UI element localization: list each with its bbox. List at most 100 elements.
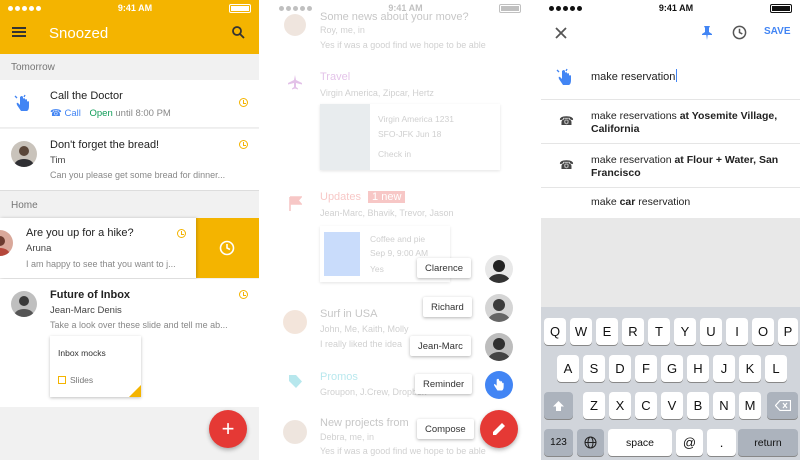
battery-icon [499,3,521,13]
key-c[interactable]: C [635,392,657,419]
speed-dial-clarence-label[interactable]: Clarence [417,258,472,278]
suggestion-item[interactable]: make car reservation [541,189,800,217]
key-y[interactable]: Y [674,318,696,345]
globe-key[interactable] [577,429,604,456]
avatar [283,310,307,334]
suggestion-item[interactable]: ☎ make reservations at Yosemite Village,… [541,101,800,144]
speed-dial-reminder-label[interactable]: Reminder [415,374,473,394]
key-q[interactable]: Q [544,318,566,345]
key-o[interactable]: O [752,318,774,345]
backspace-key[interactable] [767,392,798,419]
call-action[interactable]: ☎ Call Open until 8:00 PM [50,108,171,119]
reminder-button[interactable] [485,371,513,399]
key-a[interactable]: A [557,355,579,382]
reminder-input[interactable]: make reservation [591,69,678,83]
search-icon[interactable] [232,26,245,39]
speed-dial-compose-label[interactable]: Compose [417,419,474,439]
plane-icon [288,75,302,90]
item-snippet: I am happy to see that you want to j... [26,259,176,269]
item-title: Call the Doctor [50,90,123,102]
key-p[interactable]: P [778,318,798,345]
compose-button[interactable] [480,410,518,448]
suggestion-text: make car reservation [591,196,691,208]
slides-corner-icon [129,385,141,397]
key-s[interactable]: S [583,355,605,382]
snooze-clock-icon[interactable] [219,240,235,256]
status-time: 9:41 AM [117,3,153,13]
backspace-icon [774,400,791,411]
key-f[interactable]: F [635,355,657,382]
reminder-input-row: make reservation [541,55,800,100]
bg-bundle-title: Updates 1 new [320,191,406,203]
keyboard: Q W E R T Y U I O P A S D F G H J K L Z … [541,307,800,460]
numbers-key[interactable]: 123 [544,429,573,456]
speed-dial-richard-label[interactable]: Richard [423,297,472,317]
space-key[interactable]: space [608,429,672,456]
avatar[interactable] [485,294,513,322]
pin-icon[interactable] [700,25,714,40]
flag-icon [289,196,302,211]
attachment-card[interactable]: Inbox mocks Slides [50,336,141,397]
signal-icon [549,5,582,11]
open-status: Open [89,108,113,119]
list-item-bread[interactable]: Don't forget the bread! Tim Can you plea… [0,129,259,191]
list-item-future-inbox[interactable]: Future of Inbox Jean-Marc Denis Take a l… [0,279,259,407]
item-sender: Tim [50,155,66,166]
key-m[interactable]: M [739,392,761,419]
dot-key[interactable]: . [707,429,736,456]
avatar[interactable] [485,333,513,361]
avatar [11,291,37,317]
compose-fab-button[interactable]: + [209,410,247,448]
key-n[interactable]: N [713,392,735,419]
close-icon[interactable] [555,27,567,39]
tag-icon [289,375,302,388]
speed-dial-jean-marc-label[interactable]: Jean-Marc [410,336,471,356]
call-link[interactable]: Call [64,108,80,119]
key-u[interactable]: U [700,318,722,345]
bg-trip-card: Virgin America 1231 SFO-JFK Jun 18 Check… [320,104,500,170]
bg-bundle-sub: Jean-Marc, Bhavik, Trevor, Jason [320,208,454,218]
clock-icon[interactable] [732,25,747,40]
save-button[interactable]: SAVE [764,26,791,37]
key-z[interactable]: Z [583,392,605,419]
key-d[interactable]: D [609,355,631,382]
key-h[interactable]: H [687,355,709,382]
key-g[interactable]: G [661,355,683,382]
key-v[interactable]: V [661,392,683,419]
return-key[interactable]: return [738,429,798,456]
bg-item-title: Some news about your move? [320,11,469,23]
key-w[interactable]: W [570,318,592,345]
list-item-call-doctor[interactable]: Call the Doctor ☎ Call Open until 8:00 P… [0,80,259,128]
key-e[interactable]: E [596,318,618,345]
suggestion-item[interactable]: ☎ make reservation at Flour + Water, San… [541,145,800,188]
at-key[interactable]: @ [676,429,703,456]
suggestion-text: make reservations at Yosemite Village, C… [591,110,778,135]
status-time: 9:41 AM [658,3,694,13]
item-sender: Aruna [26,243,52,254]
bg-item-sub: John, Me, Kaith, Molly [320,324,409,334]
key-t[interactable]: T [648,318,670,345]
reminder-screen: 9:41 AM SAVE make reservation ☎ make res… [541,0,800,460]
list-item-hike[interactable]: Are you up for a hike? Aruna I am happy … [0,218,196,278]
menu-icon[interactable] [12,27,26,37]
reminder-input-value: make reservation [591,71,676,83]
key-r[interactable]: R [622,318,644,345]
item-title: Are you up for a hike? [26,227,134,239]
shift-key[interactable] [544,392,573,419]
status-bar: 9:41 AM [541,0,800,16]
reminder-hand-icon [494,378,504,391]
swipe-snooze-row[interactable]: Are you up for a hike? Aruna I am happy … [0,218,259,278]
key-j[interactable]: J [713,355,735,382]
key-b[interactable]: B [687,392,709,419]
snoozed-app-bar: 9:41 AM Snoozed [0,0,259,54]
item-sender: Jean-Marc Denis [50,305,122,316]
slides-icon [58,376,66,384]
snooze-clock-icon [239,98,248,107]
key-k[interactable]: K [739,355,761,382]
key-i[interactable]: I [726,318,748,345]
key-l[interactable]: L [765,355,787,382]
key-x[interactable]: X [609,392,631,419]
attachment-type: Slides [70,375,94,385]
suggestion-text: make reservation at Flour + Water, San F… [591,154,779,179]
avatar[interactable] [485,255,513,283]
